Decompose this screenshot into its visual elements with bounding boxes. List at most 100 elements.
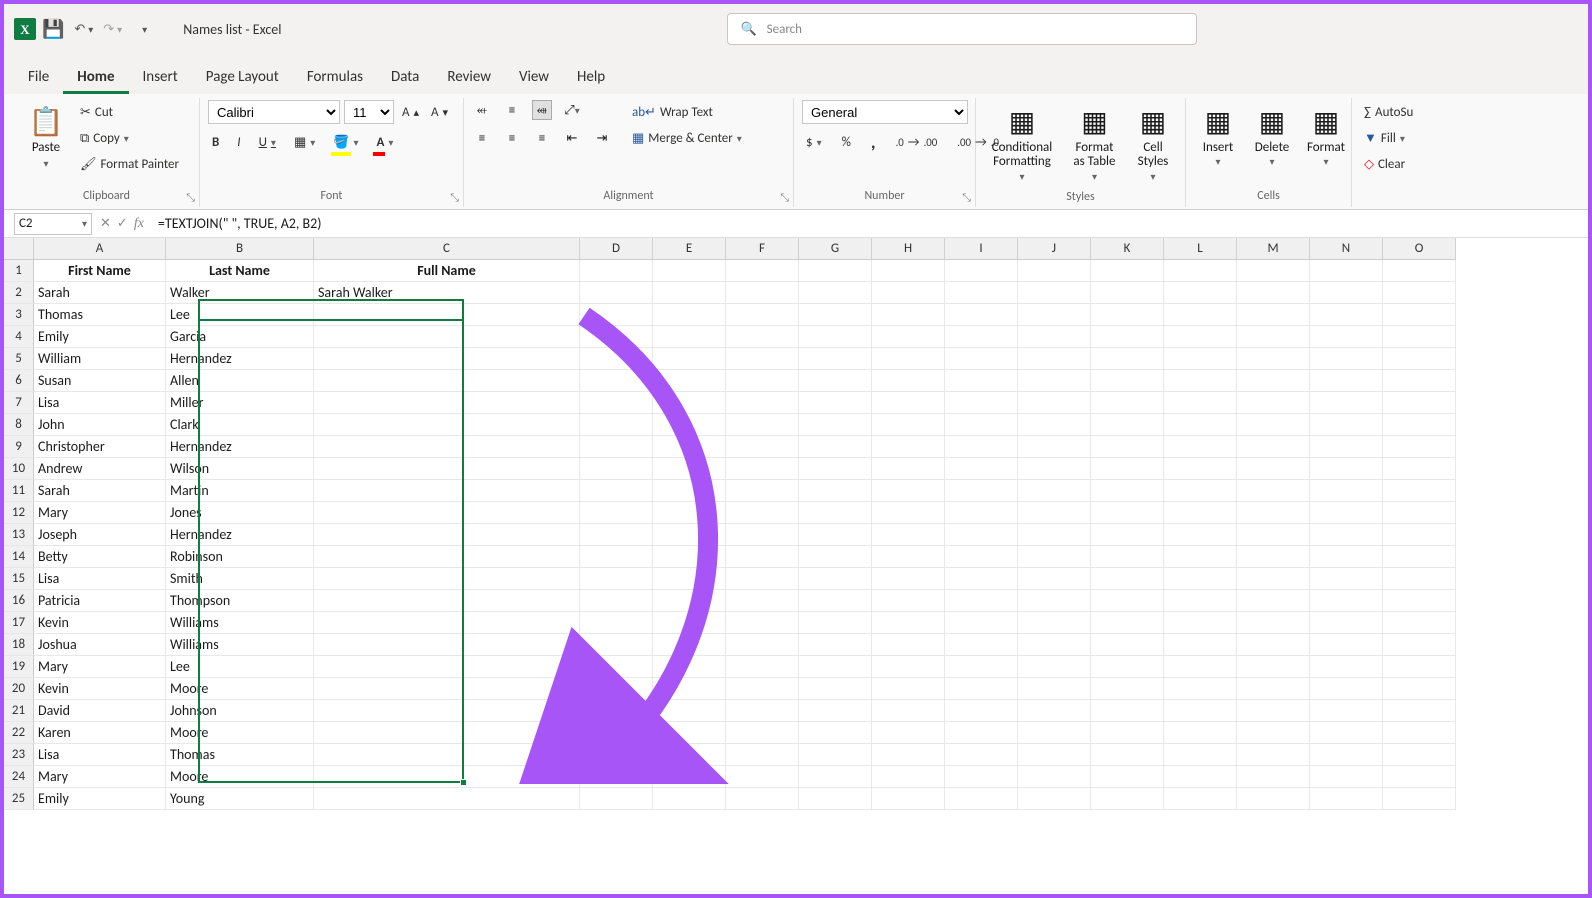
cell-K1[interactable] xyxy=(1091,260,1164,282)
row-header-16[interactable]: 16 xyxy=(4,590,34,612)
cell-I24[interactable] xyxy=(945,766,1018,788)
row-header-11[interactable]: 11 xyxy=(4,480,34,502)
cell-D8[interactable] xyxy=(580,414,653,436)
cell-B13[interactable]: Hernandez xyxy=(166,524,314,546)
cell-O11[interactable] xyxy=(1383,480,1456,502)
cell-L1[interactable] xyxy=(1164,260,1237,282)
cell-M21[interactable] xyxy=(1237,700,1310,722)
cell-L6[interactable] xyxy=(1164,370,1237,392)
cell-N8[interactable] xyxy=(1310,414,1383,436)
cell-M18[interactable] xyxy=(1237,634,1310,656)
cell-C20[interactable] xyxy=(314,678,580,700)
cell-I3[interactable] xyxy=(945,304,1018,326)
cell-N11[interactable] xyxy=(1310,480,1383,502)
cell-J11[interactable] xyxy=(1018,480,1091,502)
cell-F3[interactable] xyxy=(726,304,799,326)
cell-M2[interactable] xyxy=(1237,282,1310,304)
cell-H15[interactable] xyxy=(872,568,945,590)
cell-N17[interactable] xyxy=(1310,612,1383,634)
cell-J10[interactable] xyxy=(1018,458,1091,480)
autosum-button[interactable]: ∑AutoSu xyxy=(1360,100,1417,124)
cell-K3[interactable] xyxy=(1091,304,1164,326)
wrap-text-button[interactable]: ab↵Wrap Text xyxy=(628,100,746,124)
cell-J1[interactable] xyxy=(1018,260,1091,282)
merge-center-button[interactable]: ▦Merge & Center ▾ xyxy=(628,126,746,150)
cell-B20[interactable]: Moore xyxy=(166,678,314,700)
cell-F25[interactable] xyxy=(726,788,799,810)
cell-J15[interactable] xyxy=(1018,568,1091,590)
cell-A22[interactable]: Karen xyxy=(34,722,166,744)
cell-I5[interactable] xyxy=(945,348,1018,370)
clear-button[interactable]: ◇Clear xyxy=(1360,152,1409,176)
cell-F1[interactable] xyxy=(726,260,799,282)
clipboard-launcher[interactable]: ⤡ xyxy=(186,191,195,205)
cell-M3[interactable] xyxy=(1237,304,1310,326)
cell-L3[interactable] xyxy=(1164,304,1237,326)
cell-O23[interactable] xyxy=(1383,744,1456,766)
insert-cells-button[interactable]: ▦Insert▾ xyxy=(1194,100,1242,174)
cell-E25[interactable] xyxy=(653,788,726,810)
bold-button[interactable]: B xyxy=(208,130,223,154)
row-header-21[interactable]: 21 xyxy=(4,700,34,722)
cell-C25[interactable] xyxy=(314,788,580,810)
cell-J20[interactable] xyxy=(1018,678,1091,700)
cell-G25[interactable] xyxy=(799,788,872,810)
cell-L16[interactable] xyxy=(1164,590,1237,612)
col-header-D[interactable]: D xyxy=(580,238,653,260)
row-header-17[interactable]: 17 xyxy=(4,612,34,634)
row-header-9[interactable]: 9 xyxy=(4,436,34,458)
row-header-25[interactable]: 25 xyxy=(4,788,34,810)
cell-O5[interactable] xyxy=(1383,348,1456,370)
cell-H18[interactable] xyxy=(872,634,945,656)
cell-H6[interactable] xyxy=(872,370,945,392)
cell-O6[interactable] xyxy=(1383,370,1456,392)
cell-C18[interactable] xyxy=(314,634,580,656)
cell-H9[interactable] xyxy=(872,436,945,458)
cell-M13[interactable] xyxy=(1237,524,1310,546)
cell-O9[interactable] xyxy=(1383,436,1456,458)
cell-D16[interactable] xyxy=(580,590,653,612)
insert-function-button[interactable]: fx xyxy=(134,216,144,232)
cell-B15[interactable]: Smith xyxy=(166,568,314,590)
cell-M17[interactable] xyxy=(1237,612,1310,634)
cell-L9[interactable] xyxy=(1164,436,1237,458)
row-header-12[interactable]: 12 xyxy=(4,502,34,524)
italic-button[interactable]: I xyxy=(233,130,244,154)
cell-N2[interactable] xyxy=(1310,282,1383,304)
cell-G16[interactable] xyxy=(799,590,872,612)
cell-M10[interactable] xyxy=(1237,458,1310,480)
cell-B9[interactable]: Hernandez xyxy=(166,436,314,458)
cell-L13[interactable] xyxy=(1164,524,1237,546)
cell-C16[interactable] xyxy=(314,590,580,612)
cell-A20[interactable]: Kevin xyxy=(34,678,166,700)
cell-A15[interactable]: Lisa xyxy=(34,568,166,590)
cell-M12[interactable] xyxy=(1237,502,1310,524)
row-header-18[interactable]: 18 xyxy=(4,634,34,656)
tab-formulas[interactable]: Formulas xyxy=(293,60,377,94)
col-header-B[interactable]: B xyxy=(166,238,314,260)
undo-button[interactable]: ↶ ▾ xyxy=(74,22,93,37)
cell-G9[interactable] xyxy=(799,436,872,458)
cell-N7[interactable] xyxy=(1310,392,1383,414)
cell-E11[interactable] xyxy=(653,480,726,502)
cell-D22[interactable] xyxy=(580,722,653,744)
cell-B8[interactable]: Clark xyxy=(166,414,314,436)
cell-F14[interactable] xyxy=(726,546,799,568)
cell-O8[interactable] xyxy=(1383,414,1456,436)
cell-B21[interactable]: Johnson xyxy=(166,700,314,722)
cell-J23[interactable] xyxy=(1018,744,1091,766)
cell-N5[interactable] xyxy=(1310,348,1383,370)
format-as-table-button[interactable]: ▦Format as Table ▾ xyxy=(1066,100,1123,188)
cell-C19[interactable] xyxy=(314,656,580,678)
font-color-button[interactable]: A ▾ xyxy=(373,130,398,154)
cell-G11[interactable] xyxy=(799,480,872,502)
cell-K20[interactable] xyxy=(1091,678,1164,700)
cell-H10[interactable] xyxy=(872,458,945,480)
cell-O3[interactable] xyxy=(1383,304,1456,326)
font-launcher[interactable]: ⤡ xyxy=(450,191,459,205)
cell-K9[interactable] xyxy=(1091,436,1164,458)
cell-L19[interactable] xyxy=(1164,656,1237,678)
cell-C24[interactable] xyxy=(314,766,580,788)
cell-A11[interactable]: Sarah xyxy=(34,480,166,502)
cell-E16[interactable] xyxy=(653,590,726,612)
